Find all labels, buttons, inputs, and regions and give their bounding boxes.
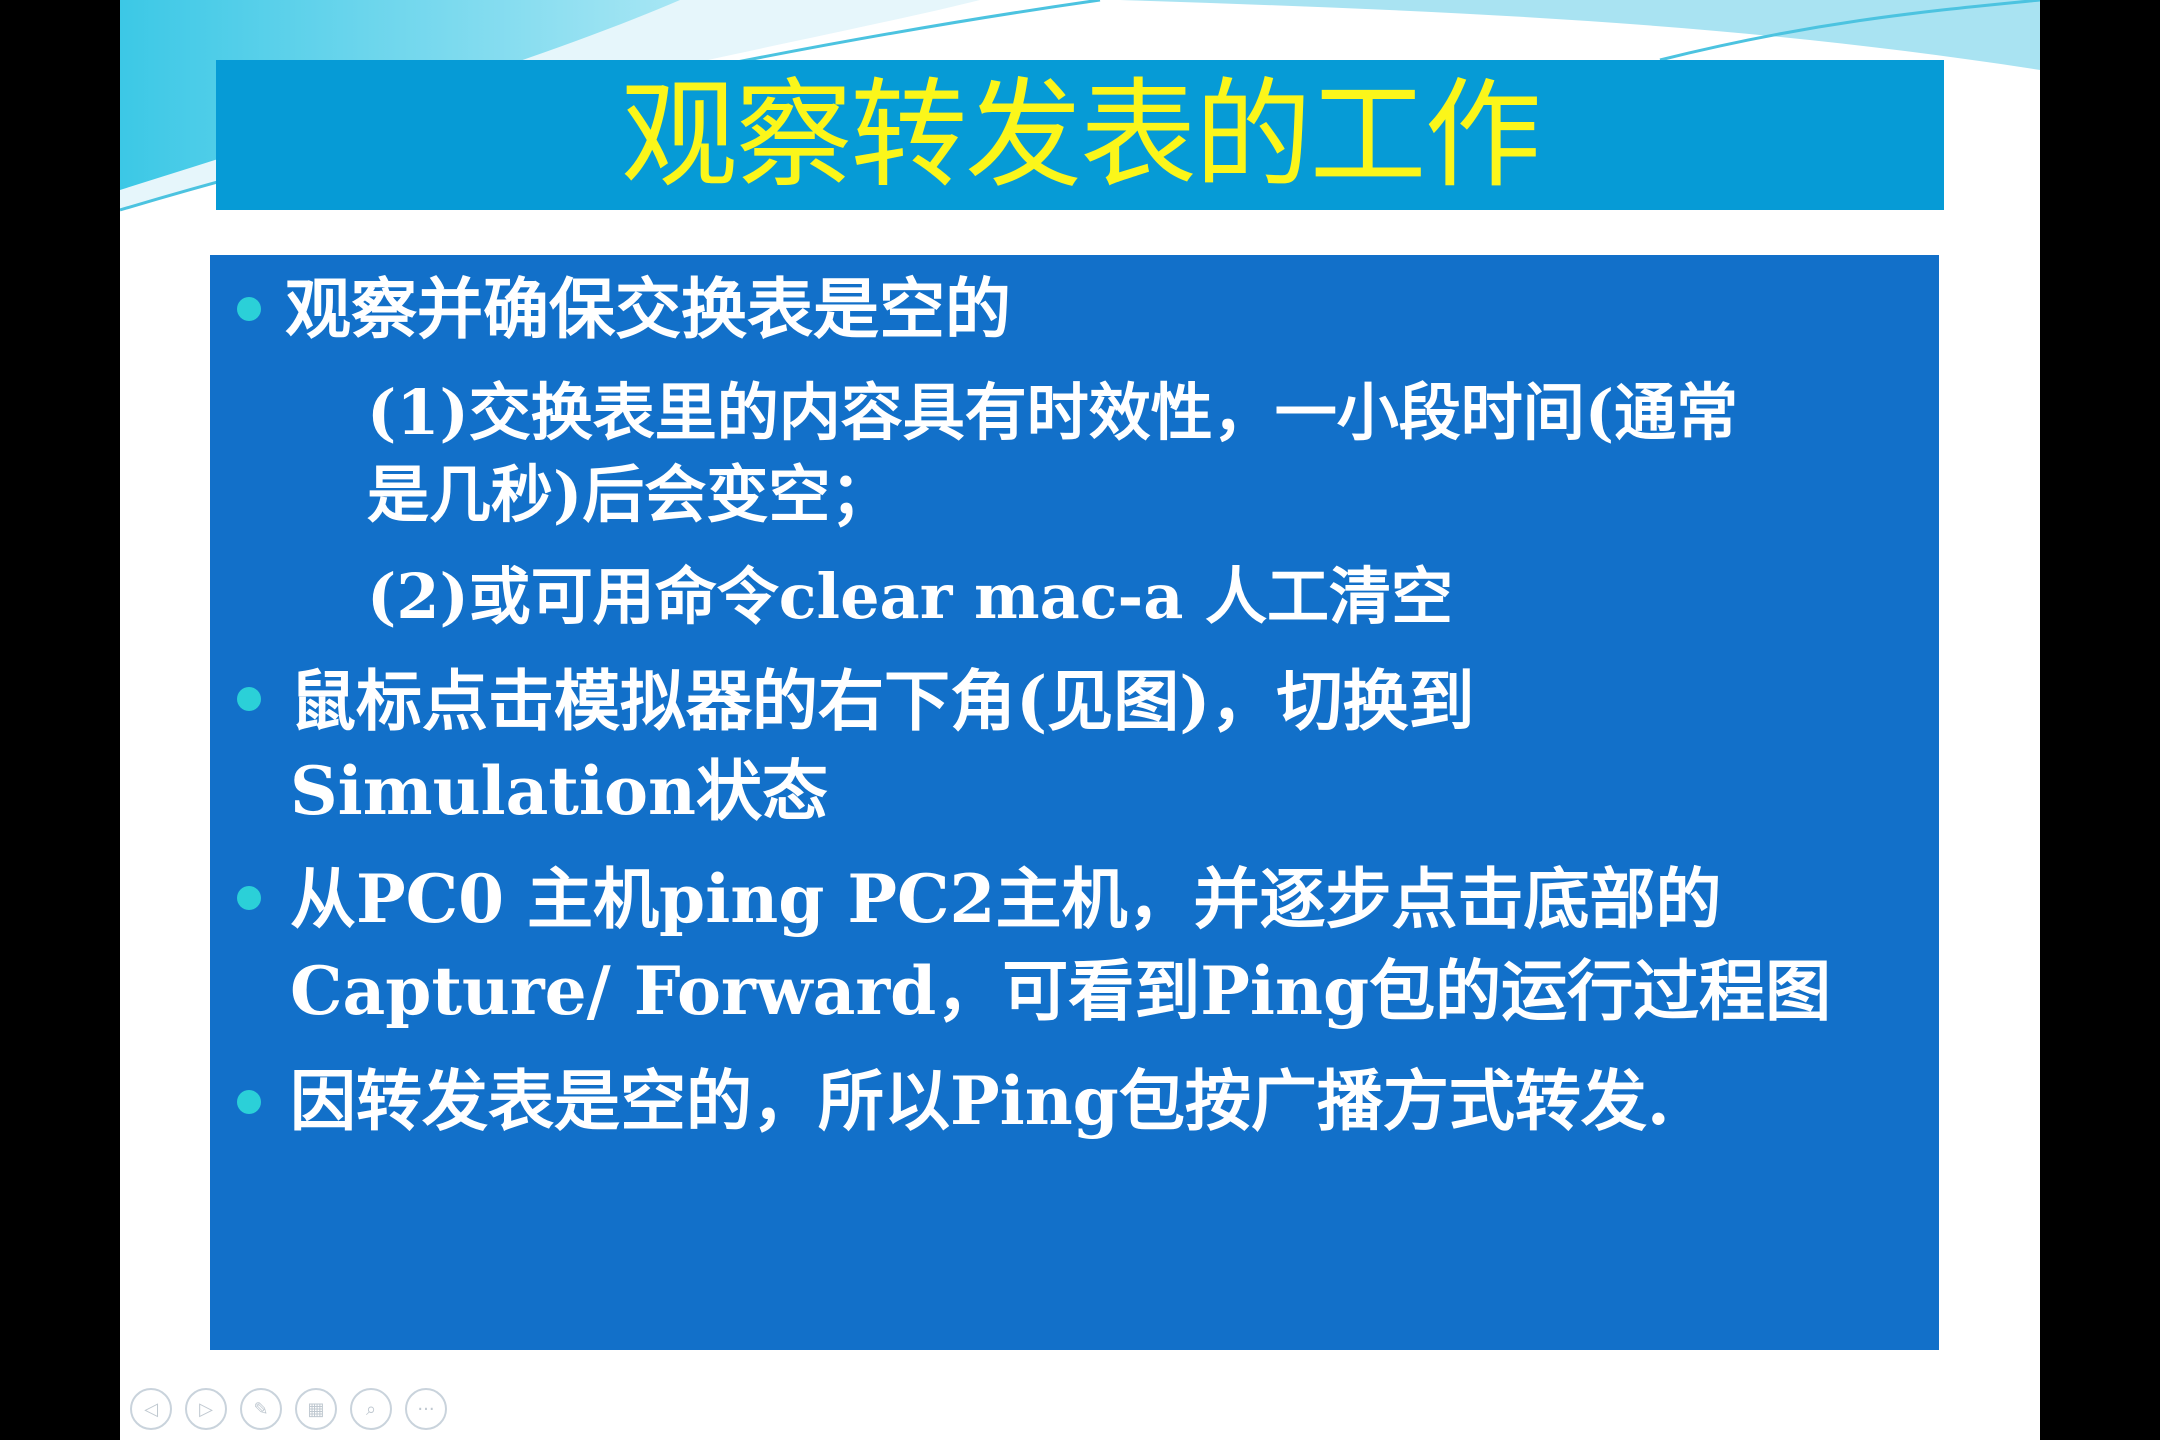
prev-icon[interactable]: ◁ — [130, 1388, 172, 1430]
bullet-icon — [237, 1090, 261, 1114]
more-icon[interactable]: ··· — [405, 1388, 447, 1430]
bullet-icon — [237, 886, 261, 910]
content-box: 观察并确保交换表是空的 (1)交换表里的内容具有时效性，一小段时间(通常 是几秒… — [210, 255, 1939, 1350]
bullet-icon — [237, 297, 261, 321]
bullet-icon — [237, 687, 261, 711]
next-icon[interactable]: ▷ — [185, 1388, 227, 1430]
slideshow-toolbar: ◁ ▷ ✎ ▦ ⌕ ··· — [130, 1388, 447, 1432]
bullet-2-line-2: Simulation状态 — [290, 752, 828, 830]
bullet-1-sub-2: 是几秒)后会变空； — [367, 458, 893, 531]
slides-icon[interactable]: ▦ — [295, 1388, 337, 1430]
zoom-icon[interactable]: ⌕ — [350, 1388, 392, 1430]
bullet-1-text: 观察并确保交换表是空的 — [285, 270, 1011, 348]
title-bar: 观察转发表的工作 — [216, 60, 1944, 210]
bullet-3-line-2: Capture/ Forward，可看到Ping包的运行过程图 — [290, 952, 1832, 1030]
pen-icon[interactable]: ✎ — [240, 1388, 282, 1430]
bullet-2-line-1: 鼠标点击模拟器的右下角(见图)，切换到 — [290, 662, 1475, 740]
bullet-4-line-1: 因转发表是空的，所以Ping包按广播方式转发. — [290, 1062, 1670, 1140]
slide-title: 观察转发表的工作 — [620, 66, 1542, 204]
bullet-1-sub-3: (2)或可用命令clear mac-a 人工清空 — [367, 560, 1453, 633]
slide: 观察转发表的工作 观察并确保交换表是空的 (1)交换表里的内容具有时效性，一小段… — [120, 0, 2040, 1440]
bullet-3-line-1: 从PC0 主机ping PC2主机，并逐步点击底部的 — [290, 860, 1722, 938]
bullet-1-sub-1: (1)交换表里的内容具有时效性，一小段时间(通常 — [367, 376, 1739, 449]
